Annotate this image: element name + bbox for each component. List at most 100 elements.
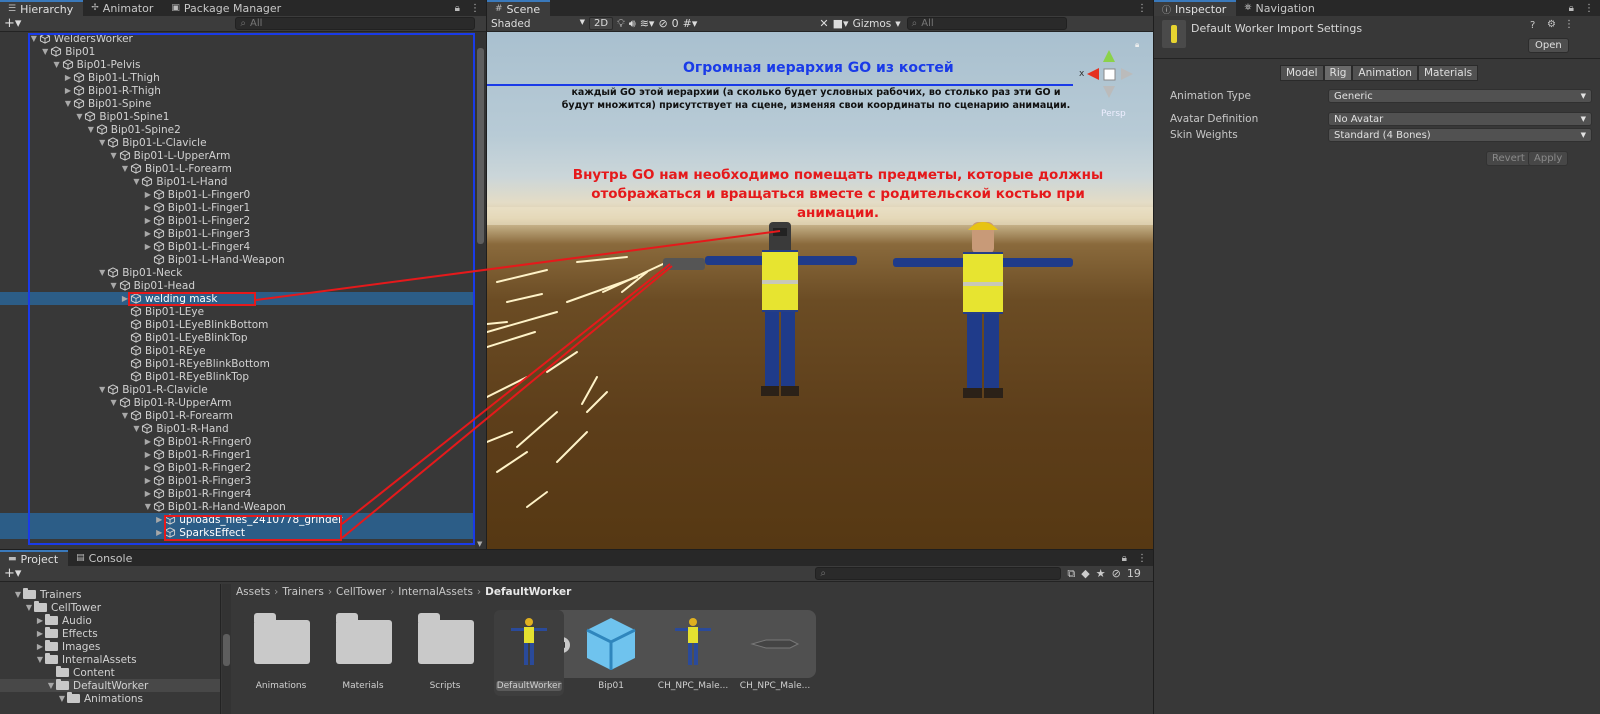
chevron-right-icon: › <box>274 586 279 598</box>
breadcrumb-item[interactable]: Assets <box>236 586 270 598</box>
avatar-definition-dropdown[interactable]: No Avatar ▼ <box>1328 112 1592 126</box>
lock-icon[interactable]: 🔒︎ <box>455 3 460 14</box>
folder-tree-item[interactable]: ▶ Images <box>0 640 220 653</box>
tab-hierarchy[interactable]: ☰ Hierarchy <box>0 0 84 16</box>
console-icon: ▤ <box>76 553 85 563</box>
expanded-arrow-icon[interactable]: ▼ <box>46 681 56 690</box>
skin-weights-dropdown[interactable]: Standard (4 Bones) ▼ <box>1328 128 1592 142</box>
folder-tree-item[interactable]: ▼ InternalAssets <box>0 653 220 666</box>
chevron-down-icon: ▼ <box>1580 131 1586 139</box>
asset-item[interactable]: Scripts <box>410 610 480 696</box>
toggle-2d-button[interactable]: 2D <box>589 17 614 30</box>
favorite-icon[interactable]: ★ <box>1096 567 1106 580</box>
asset-item[interactable]: DefaultWorker <box>494 610 564 696</box>
asset-item[interactable]: Materials <box>328 610 398 696</box>
gizmos-dropdown[interactable]: Gizmos <box>853 18 892 30</box>
asset-item[interactable]: Animations <box>246 610 316 696</box>
scroll-thumb[interactable] <box>223 634 230 666</box>
search-icon: ⌕ <box>820 568 827 579</box>
breadcrumb-item[interactable]: DefaultWorker <box>485 586 571 598</box>
info-icon: ⓘ <box>1162 5 1172 16</box>
more-menu-icon[interactable]: ⋮ <box>1564 19 1574 30</box>
search-by-type-icon[interactable]: ⧉ <box>1067 567 1075 581</box>
scene-search-input[interactable]: ⌕ All <box>906 17 1067 30</box>
more-menu-icon[interactable]: ⋮ <box>1137 553 1147 564</box>
folder-tree-item[interactable]: ▼ DefaultWorker <box>0 679 220 692</box>
folder-icon <box>56 666 69 677</box>
hierarchy-scrollbar[interactable]: ▼ <box>475 32 486 549</box>
hidden-objects-icon[interactable]: ⊘ <box>658 17 667 30</box>
add-icon[interactable]: +▾ <box>4 566 21 581</box>
tab-navigation[interactable]: ⛯ Navigation <box>1236 0 1325 16</box>
folder-tree-item[interactable]: ▶ Effects <box>0 627 220 640</box>
chevron-down-icon: ▼ <box>1580 92 1586 100</box>
subtab-rig[interactable]: Rig <box>1323 65 1353 81</box>
folder-tree-item[interactable]: Content <box>0 666 220 679</box>
expanded-arrow-icon[interactable]: ▼ <box>57 694 67 703</box>
project-search-input[interactable]: ⌕ <box>815 567 1062 580</box>
hierarchy-search-input[interactable]: ⌕ All <box>235 17 476 30</box>
audio-icon[interactable]: 🔊︎ <box>629 17 636 31</box>
tools-icon[interactable]: ✕ <box>819 17 828 30</box>
asset-item[interactable]: CH_NPC_Male... <box>740 610 810 696</box>
folder-tree-item[interactable]: ▶ Audio <box>0 614 220 627</box>
persp-label[interactable]: Persp <box>1101 109 1126 119</box>
inspector-panel: ⓘ Inspector ⛯ Navigation 🔒︎ ⋮ Default Wo… <box>1154 0 1600 714</box>
asset-item[interactable]: Bip01 <box>576 610 646 696</box>
expanded-arrow-icon[interactable]: ▼ <box>24 603 34 612</box>
more-menu-icon[interactable]: ⋮ <box>1137 3 1147 14</box>
subtab-materials[interactable]: Materials <box>1417 65 1479 81</box>
help-icon[interactable]: ? <box>1530 20 1535 31</box>
collapsed-arrow-icon[interactable]: ▶ <box>35 629 45 638</box>
subtab-animation[interactable]: Animation <box>1352 65 1418 81</box>
gizmo-lock-icon[interactable]: 🔒︎ <box>1135 40 1139 50</box>
folder-tree-item[interactable]: ▼ Trainers <box>0 588 220 601</box>
settings-icon[interactable]: ⚙ <box>1547 19 1556 30</box>
package-icon: ▣ <box>171 3 180 13</box>
project-tree-scrollbar[interactable] <box>222 584 231 714</box>
collapsed-arrow-icon[interactable]: ▶ <box>35 642 45 651</box>
breadcrumb-item[interactable]: CellTower <box>336 586 386 598</box>
more-menu-icon[interactable]: ⋮ <box>1584 3 1594 14</box>
hidden-packages-count: 19 <box>1126 567 1141 580</box>
subtab-model[interactable]: Model <box>1280 65 1324 81</box>
tab-scene[interactable]: # Scene <box>487 0 551 16</box>
breadcrumb-item[interactable]: InternalAssets <box>398 586 473 598</box>
tab-animator[interactable]: ✢ Animator <box>83 0 163 16</box>
folder-icon <box>336 613 392 664</box>
folder-icon <box>45 640 58 651</box>
breadcrumb-item[interactable]: Trainers <box>282 586 323 598</box>
scroll-down-arrow[interactable]: ▼ <box>477 540 482 548</box>
grid-icon[interactable]: #▾ <box>683 17 698 30</box>
lighting-icon[interactable]: 💡︎ <box>617 17 625 31</box>
asset-item[interactable]: CH_NPC_Male... <box>658 610 728 696</box>
expanded-arrow-icon[interactable]: ▼ <box>35 655 45 664</box>
label-icon[interactable]: ◆ <box>1081 567 1089 580</box>
scene-toolbar: Shaded ▼ 2D 💡︎ 🔊︎ ≋▾ ⊘ 0 #▾ ✕ ■▾ Gizmos … <box>487 16 1153 32</box>
tab-label: Hierarchy <box>20 2 74 16</box>
lock-icon[interactable]: 🔒︎ <box>1569 3 1574 14</box>
animation-type-dropdown[interactable]: Generic ▼ <box>1328 89 1592 103</box>
expanded-arrow-icon[interactable]: ▼ <box>13 590 23 599</box>
add-icon[interactable]: +▾ <box>4 16 21 31</box>
tab-project[interactable]: ▬ Project <box>0 550 69 566</box>
hidden-packages-icon[interactable]: ⊘ <box>1112 567 1121 580</box>
shading-mode-dropdown[interactable]: Shaded ▼ <box>491 18 585 30</box>
collapsed-arrow-icon[interactable]: ▶ <box>35 616 45 625</box>
apply-button[interactable]: Apply <box>1528 151 1569 166</box>
folder-tree-item[interactable]: ▼ Animations <box>0 692 220 705</box>
effects-icon[interactable]: ≋▾ <box>640 17 655 30</box>
camera-icon[interactable]: ■▾ <box>833 17 849 30</box>
folder-tree-item[interactable]: ▼ CellTower <box>0 601 220 614</box>
lock-icon[interactable]: 🔒︎ <box>1122 553 1127 564</box>
list-icon: ☰ <box>8 4 17 14</box>
open-button[interactable]: Open <box>1528 38 1569 53</box>
scroll-thumb[interactable] <box>477 48 484 244</box>
chevron-down-icon: ▼ <box>1580 115 1586 123</box>
revert-button[interactable]: Revert <box>1486 151 1531 166</box>
search-icon: ⌕ <box>240 18 247 29</box>
tab-inspector[interactable]: ⓘ Inspector <box>1154 0 1237 16</box>
tab-package-manager[interactable]: ▣ Package Manager <box>163 0 291 16</box>
tab-console[interactable]: ▤ Console <box>68 550 142 566</box>
more-menu-icon[interactable]: ⋮ <box>470 3 480 14</box>
